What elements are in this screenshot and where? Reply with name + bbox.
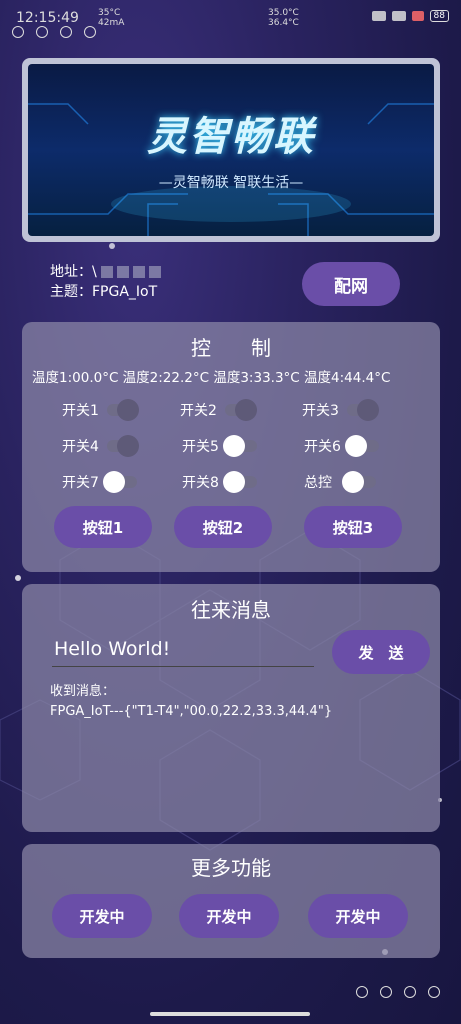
network-config-button[interactable]: 配网 [302,262,400,306]
status-temp-left-value: 35°C [98,8,121,18]
device-info: 地址：\ 主题：FPGA_IoT [50,262,161,302]
master-switch[interactable]: 总控 [304,471,376,493]
banner: 灵智畅联 —灵智畅联 智联生活— [22,58,440,242]
status-temp-right-2: 36.4°C [268,18,299,28]
input-underline [52,666,314,667]
switch-5[interactable]: 开关5 [182,435,257,457]
control-panel: 控 制 温度1:00.0°C 温度2:22.2°C 温度3:33.3°C 温度4… [22,322,440,572]
messages-title: 往来消息 [191,598,271,622]
address-value: \ [92,264,97,280]
dot-icon [404,986,416,998]
switch-label: 开关8 [182,475,219,491]
masked-text [132,266,145,278]
top-dots [12,26,96,38]
switch-label: 开关7 [62,475,99,491]
temperature-2: 温度2:22.2°C [122,370,210,386]
topic-row: 主题：FPGA_IoT [50,282,161,302]
dot-icon [12,26,24,38]
switch-2[interactable]: 开关2 [180,399,257,421]
switch-7[interactable]: 开关7 [62,471,137,493]
toggle[interactable] [106,399,139,421]
status-temp-right-1: 35.0°C [268,8,299,18]
toggle[interactable] [106,435,139,457]
send-button[interactable]: 发 送 [332,630,430,674]
address-label: 地址： [50,264,92,280]
dev-button-2[interactable]: 开发中 [179,894,279,938]
home-indicator[interactable] [150,1012,310,1016]
status-temp-right: 35.0°C 36.4°C [268,8,299,28]
switch-3[interactable]: 开关3 [302,399,379,421]
dot-icon [428,986,440,998]
toggle-knob [344,435,367,457]
dot-icon [356,986,368,998]
status-current-value: 42mA [98,18,125,28]
toggle-knob [234,399,257,421]
topic-value: FPGA_IoT [92,284,158,300]
toggle[interactable] [342,471,376,493]
dev-button-3[interactable]: 开发中 [308,894,408,938]
wifi-icon [411,11,424,21]
switch-6[interactable]: 开关6 [304,435,379,457]
dev-button-1[interactable]: 开发中 [52,894,152,938]
dot-icon [84,26,96,38]
toggle-knob [222,471,245,493]
topic-label: 主题： [50,284,92,300]
signal-icon [371,11,386,21]
toggle[interactable] [102,471,137,493]
banner-image: 灵智畅联 —灵智畅联 智联生活— [28,64,434,236]
temperature-1: 温度1:00.0°C [32,370,119,386]
switch-label: 开关5 [182,439,219,455]
messages-panel: 往来消息 Hello World! 发 送 收到消息： FPGA_IoT---{… [22,584,440,832]
button-2[interactable]: 按钮2 [174,506,272,548]
button-3[interactable]: 按钮3 [304,506,402,548]
temperature-3: 温度3:33.3°C [213,370,300,386]
more-title: 更多功能 [191,856,271,880]
switch-label: 开关4 [62,439,99,455]
status-time: 12:15:49 [16,10,79,26]
battery-icon: 88 [429,10,449,22]
temperature-row: 温度1:00.0°C 温度2:22.2°C 温度3:33.3°C 温度4:44.… [32,366,390,386]
toggle-knob [356,399,379,421]
toggle[interactable] [224,399,257,421]
toggle-knob [222,435,245,457]
toggle-knob [342,471,364,493]
battery-level: 88 [433,11,445,21]
masked-text [148,266,161,278]
switch-4[interactable]: 开关4 [62,435,139,457]
toggle[interactable] [222,435,257,457]
toggle[interactable] [344,435,379,457]
switch-label: 开关6 [304,439,341,455]
received-label: 收到消息： [50,684,116,699]
toggle-knob [116,399,139,421]
status-temp-left: 35°C 42mA [98,8,124,28]
control-title: 控 制 [191,336,271,360]
received-text: FPGA_IoT---{"T1-T4","00.0,22.2,33.3,44.4… [50,704,333,719]
switch-label: 开关1 [62,403,99,419]
banner-subtitle: —灵智畅联 智联生活— [158,175,304,191]
switch-label: 开关3 [302,403,339,419]
toggle[interactable] [346,399,379,421]
address-row: 地址：\ [50,262,161,282]
dot-icon [380,986,392,998]
bottom-dots [356,986,440,998]
switch-label: 开关2 [180,403,217,419]
dot-icon [36,26,48,38]
toggle[interactable] [222,471,257,493]
status-icons: 88 [371,10,449,22]
toggle-knob [116,435,139,457]
more-panel: 更多功能 开发中 开发中 开发中 [22,844,440,958]
switch-label: 总控 [304,475,332,491]
switch-8[interactable]: 开关8 [182,471,257,493]
switch-1[interactable]: 开关1 [62,399,139,421]
message-input[interactable]: Hello World! [54,638,170,660]
masked-text [100,266,113,278]
signal-icon-2 [391,11,406,21]
masked-text [116,266,129,278]
temperature-4: 温度4:44.4°C [304,370,391,386]
banner-title: 灵智畅联 [147,114,315,160]
button-1[interactable]: 按钮1 [54,506,152,548]
toggle-knob [102,471,125,493]
dot-icon [60,26,72,38]
